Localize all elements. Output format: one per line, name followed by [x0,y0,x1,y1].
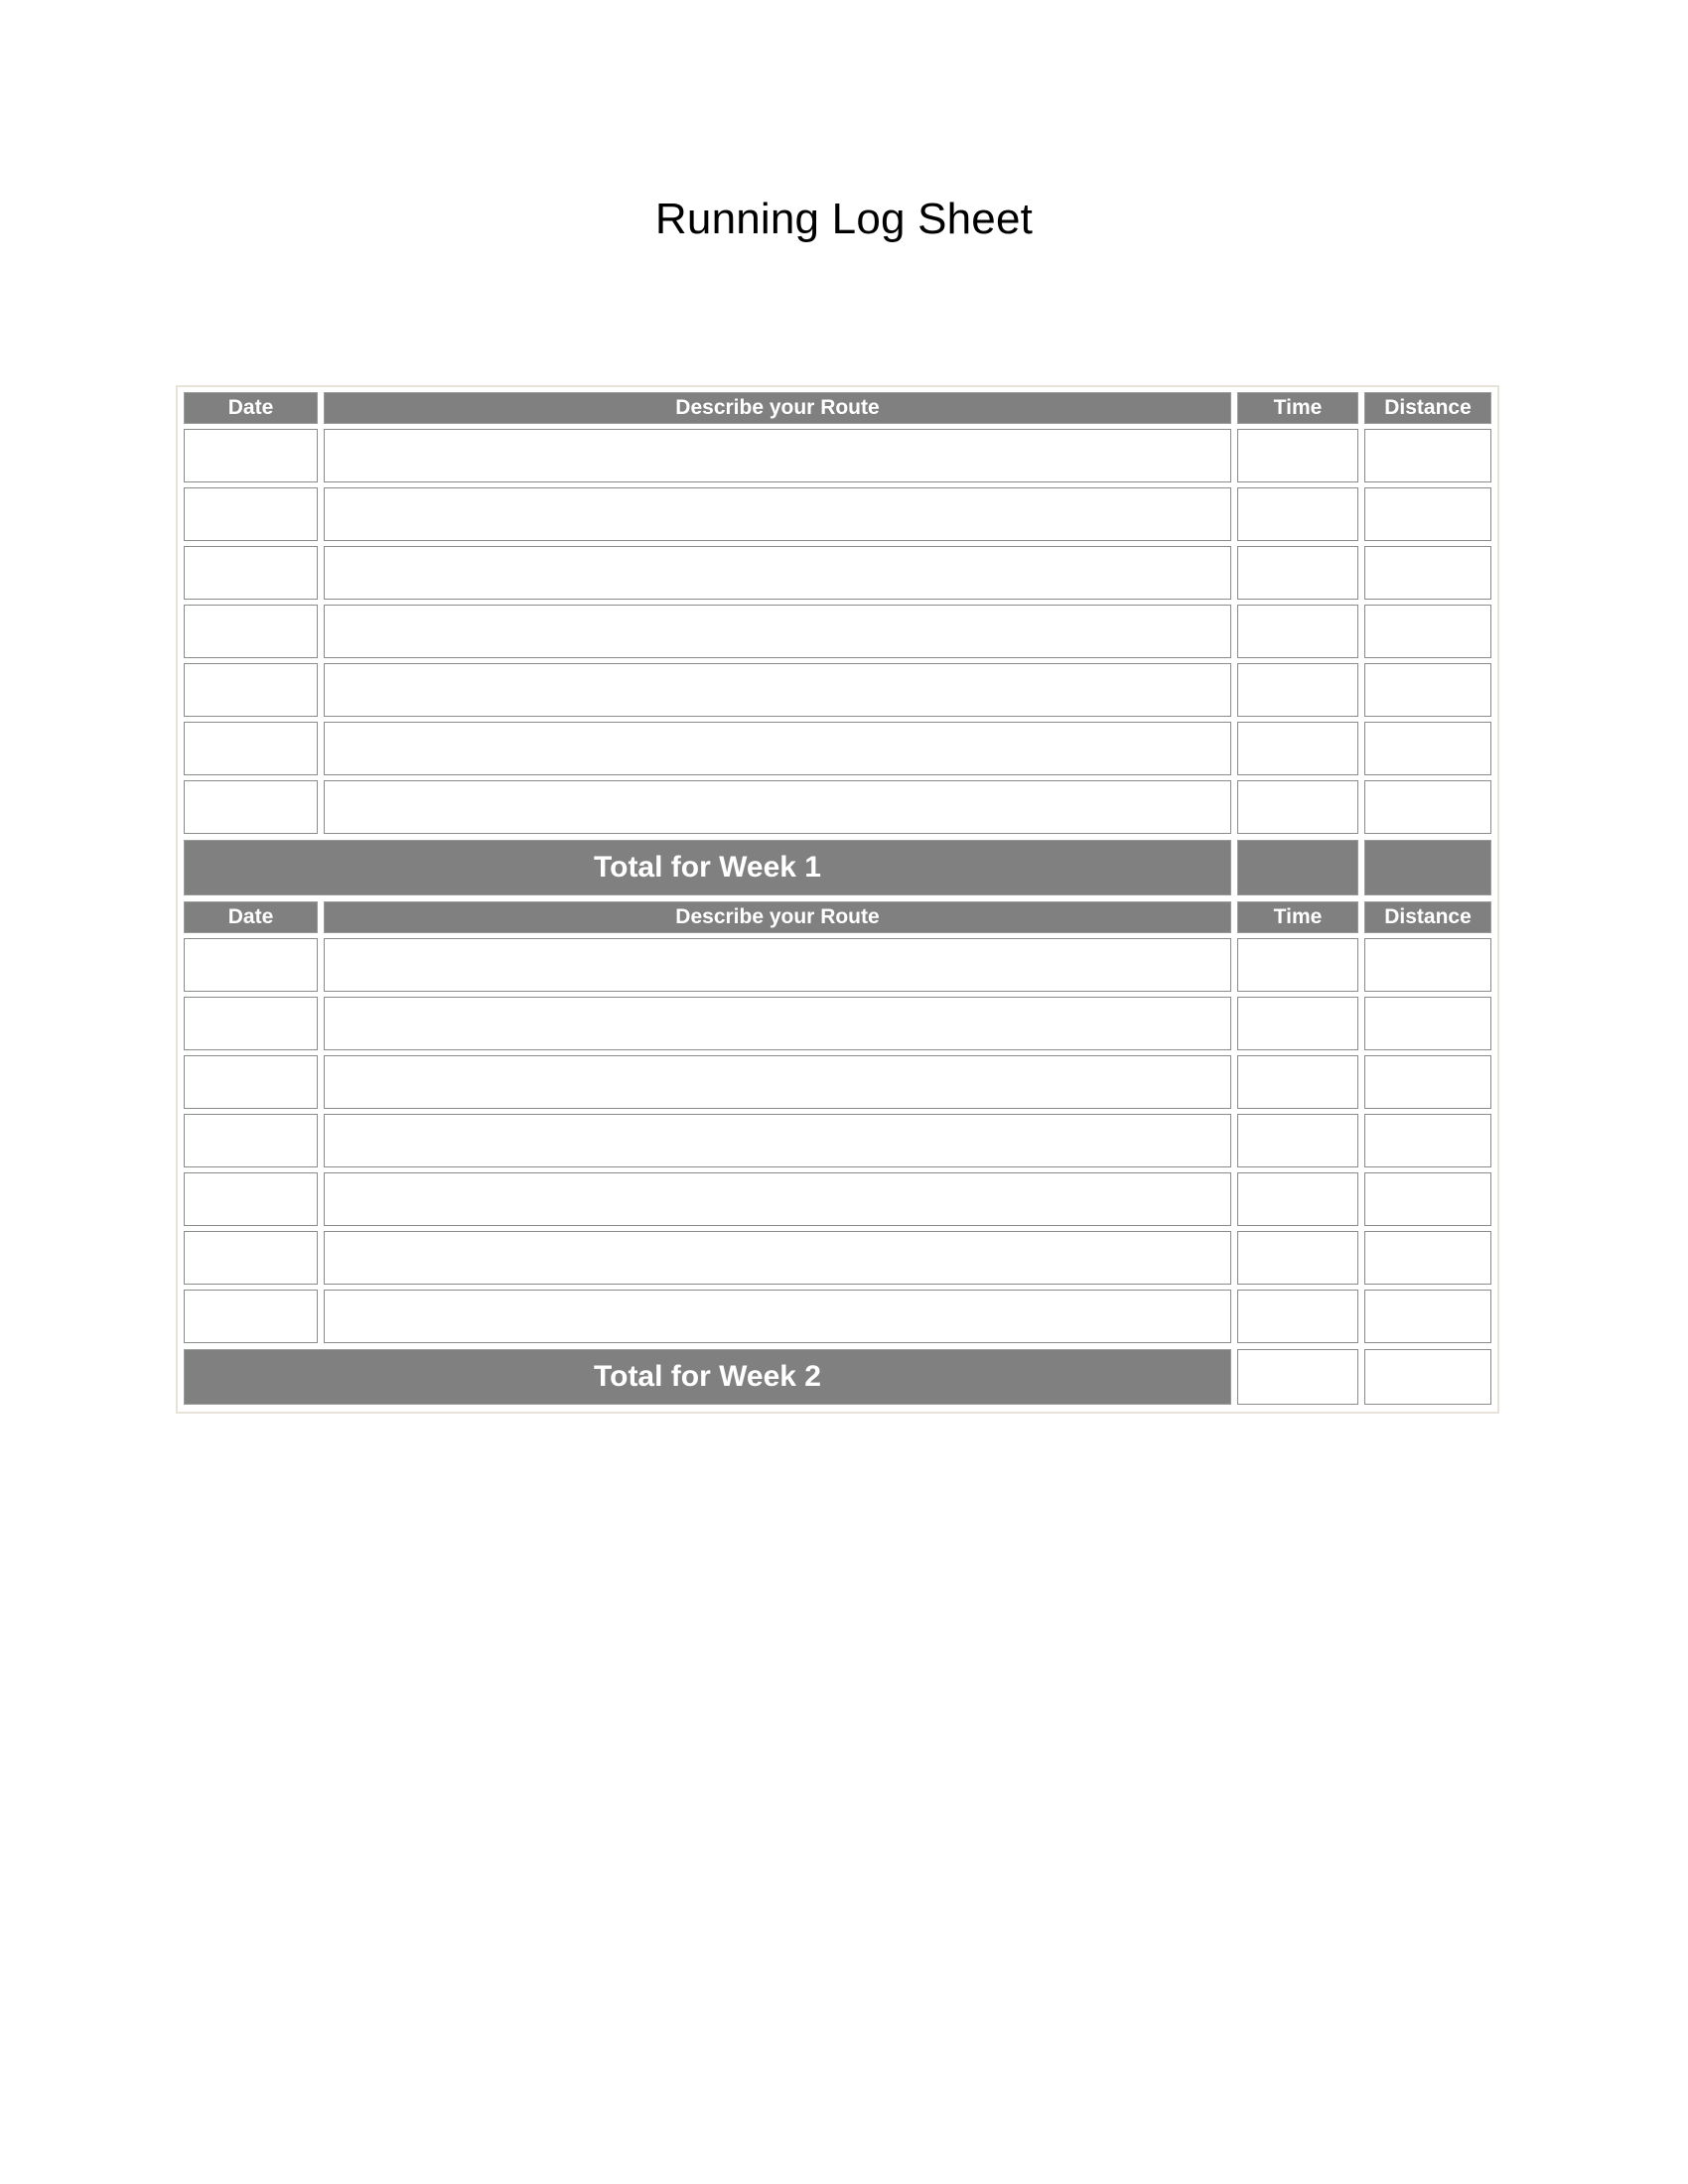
column-header-distance: Distance [1364,392,1491,424]
time-input-cell[interactable] [1237,605,1358,658]
log-section-week-2: Date Describe your Route Time Distance Total… [184,901,1491,1405]
time-input-cell[interactable] [1237,1290,1358,1343]
route-input-cell[interactable] [324,429,1231,482]
time-input-cell[interactable] [1237,1172,1358,1226]
route-input-cell[interactable] [324,1290,1231,1343]
table-row [184,487,1491,541]
distance-input-cell[interactable] [1364,546,1491,600]
column-header-route: Describe your Route [324,901,1231,933]
total-row: Total for Week 2 [184,1349,1491,1405]
date-input-cell[interactable] [184,546,318,600]
route-input-cell[interactable] [324,487,1231,541]
date-input-cell[interactable] [184,780,318,834]
table-row [184,1114,1491,1167]
table-header-row: Date Describe your Route Time Distance [184,392,1491,424]
route-input-cell[interactable] [324,663,1231,717]
route-input-cell[interactable] [324,1114,1231,1167]
date-input-cell[interactable] [184,722,318,775]
distance-input-cell[interactable] [1364,1290,1491,1343]
distance-input-cell[interactable] [1364,429,1491,482]
table-row [184,1172,1491,1226]
distance-input-cell[interactable] [1364,487,1491,541]
time-input-cell[interactable] [1237,546,1358,600]
time-input-cell[interactable] [1237,722,1358,775]
time-input-cell[interactable] [1237,938,1358,992]
distance-input-cell[interactable] [1364,722,1491,775]
route-input-cell[interactable] [324,1172,1231,1226]
table-row [184,780,1491,834]
total-distance-cell[interactable] [1364,1349,1491,1405]
table-row [184,1231,1491,1285]
table-row [184,429,1491,482]
column-header-date: Date [184,901,318,933]
time-input-cell[interactable] [1237,780,1358,834]
distance-input-cell[interactable] [1364,1231,1491,1285]
date-input-cell[interactable] [184,938,318,992]
time-input-cell[interactable] [1237,997,1358,1050]
route-input-cell[interactable] [324,997,1231,1050]
time-input-cell[interactable] [1237,429,1358,482]
route-input-cell[interactable] [324,938,1231,992]
total-label: Total for Week 2 [184,1349,1231,1405]
distance-input-cell[interactable] [1364,938,1491,992]
time-input-cell[interactable] [1237,1114,1358,1167]
distance-input-cell[interactable] [1364,997,1491,1050]
table-row [184,605,1491,658]
column-header-time: Time [1237,901,1358,933]
running-log-table: Date Describe your Route Time Distance Total… [176,385,1499,1414]
table-header-row: Date Describe your Route Time Distance [184,901,1491,933]
table-row [184,722,1491,775]
route-input-cell[interactable] [324,546,1231,600]
date-input-cell[interactable] [184,1290,318,1343]
route-input-cell[interactable] [324,1231,1231,1285]
column-header-distance: Distance [1364,901,1491,933]
distance-input-cell[interactable] [1364,1172,1491,1226]
total-distance-cell [1364,840,1491,895]
column-header-date: Date [184,392,318,424]
date-input-cell[interactable] [184,663,318,717]
page-title: Running Log Sheet [654,195,1034,243]
table-row [184,997,1491,1050]
distance-input-cell[interactable] [1364,780,1491,834]
column-header-time: Time [1237,392,1358,424]
date-input-cell[interactable] [184,1172,318,1226]
date-input-cell[interactable] [184,1055,318,1109]
table-row [184,938,1491,992]
total-time-cell[interactable] [1237,1349,1358,1405]
date-input-cell[interactable] [184,429,318,482]
time-input-cell[interactable] [1237,487,1358,541]
route-input-cell[interactable] [324,722,1231,775]
date-input-cell[interactable] [184,487,318,541]
log-section-week-1: Date Describe your Route Time Distance Total… [184,392,1491,895]
time-input-cell[interactable] [1237,1055,1358,1109]
total-time-cell [1237,840,1358,895]
total-label: Total for Week 1 [184,840,1231,895]
running-log-page: Running Log Sheet Date Describe your Rout… [0,0,1688,2184]
time-input-cell[interactable] [1237,663,1358,717]
distance-input-cell[interactable] [1364,663,1491,717]
date-input-cell[interactable] [184,605,318,658]
table-row [184,663,1491,717]
time-input-cell[interactable] [1237,1231,1358,1285]
distance-input-cell[interactable] [1364,1055,1491,1109]
route-input-cell[interactable] [324,605,1231,658]
distance-input-cell[interactable] [1364,1114,1491,1167]
route-input-cell[interactable] [324,780,1231,834]
total-row: Total for Week 1 [184,840,1491,895]
date-input-cell[interactable] [184,1114,318,1167]
table-row [184,546,1491,600]
route-input-cell[interactable] [324,1055,1231,1109]
date-input-cell[interactable] [184,1231,318,1285]
table-row [184,1055,1491,1109]
column-header-route: Describe your Route [324,392,1231,424]
distance-input-cell[interactable] [1364,605,1491,658]
table-row [184,1290,1491,1343]
date-input-cell[interactable] [184,997,318,1050]
